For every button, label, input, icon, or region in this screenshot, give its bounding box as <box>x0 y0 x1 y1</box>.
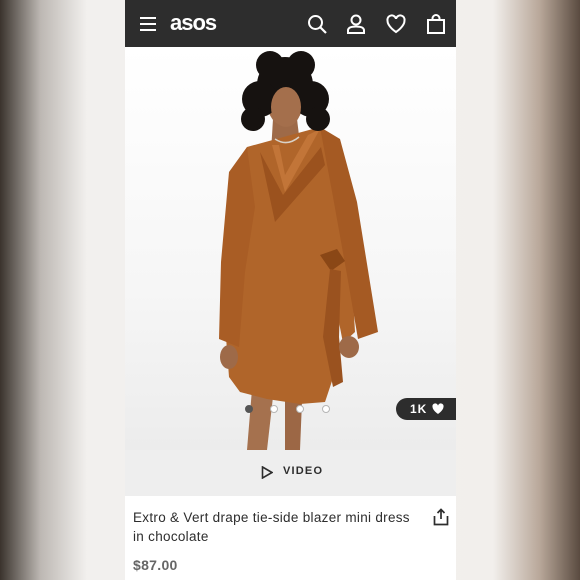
save-count: 1K <box>410 402 428 416</box>
save-count-badge[interactable]: 1K <box>396 398 456 420</box>
shopping-bag-icon[interactable] <box>425 13 447 35</box>
product-info: Extro & Vert drape tie-side blazer mini … <box>125 496 456 580</box>
carousel-dot[interactable] <box>270 405 278 413</box>
share-icon[interactable] <box>433 508 449 531</box>
top-navigation-bar: asos <box>125 0 456 47</box>
carousel-dot[interactable] <box>245 405 253 413</box>
product-title: Extro & Vert drape tie-side blazer mini … <box>133 510 410 544</box>
search-icon[interactable] <box>306 13 328 35</box>
carousel-dot[interactable] <box>296 405 304 413</box>
saved-items-heart-icon[interactable] <box>385 13 407 35</box>
account-icon[interactable] <box>345 13 367 35</box>
video-label: VIDEO <box>283 465 324 477</box>
app-screen: asos 1K VIDEO Extro & Vert drape tie-sid… <box>125 0 456 580</box>
asos-logo[interactable]: asos <box>170 10 217 36</box>
product-photo <box>219 51 378 450</box>
heart-icon <box>432 403 444 414</box>
carousel-dot[interactable] <box>322 405 330 413</box>
menu-icon[interactable] <box>137 13 159 35</box>
product-image-gallery[interactable]: 1K <box>125 47 456 450</box>
video-button[interactable]: VIDEO <box>125 450 456 496</box>
play-icon <box>261 466 273 479</box>
product-price: $87.00 <box>133 557 178 573</box>
